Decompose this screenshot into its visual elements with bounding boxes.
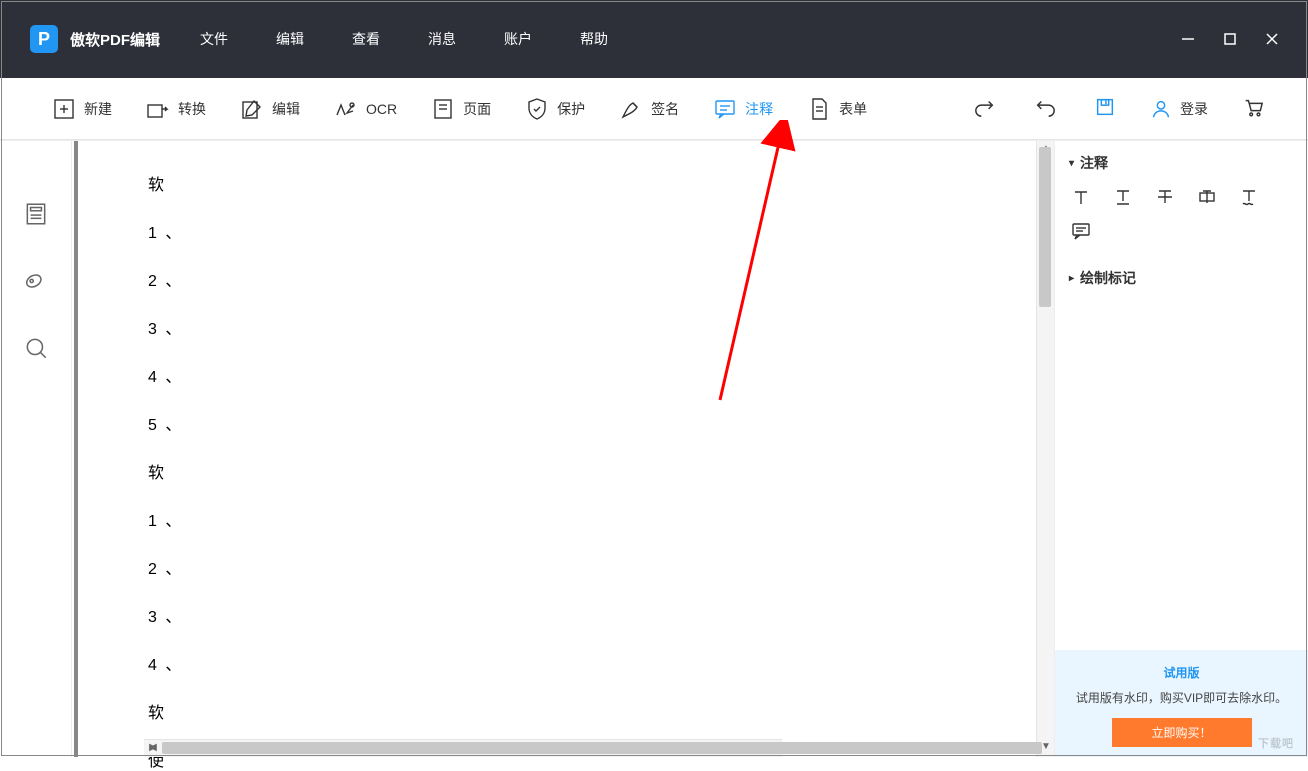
menu-file[interactable]: 文件 xyxy=(200,29,228,49)
menu-bar: 文件 编辑 查看 消息 账户 帮助 xyxy=(200,29,608,49)
tool-convert[interactable]: 转换 xyxy=(144,91,208,127)
document-line: 3 、 xyxy=(148,315,1036,339)
close-button[interactable] xyxy=(1264,31,1280,47)
tool-ocr-label: OCR xyxy=(366,101,397,117)
tool-new-label: 新建 xyxy=(84,99,112,119)
tool-edit-label: 编辑 xyxy=(272,99,300,119)
document-line: 4 、 xyxy=(148,363,1036,387)
document-line: 软 xyxy=(148,459,1036,483)
vertical-scrollbar[interactable]: ▲ ▼ xyxy=(1036,141,1054,757)
trial-text: 试用版有水印，购买VIP即可去除水印。 xyxy=(1067,689,1296,706)
save-button[interactable] xyxy=(1090,92,1120,125)
draw-header[interactable]: ▸ 绘制标记 xyxy=(1069,268,1294,288)
draw-header-label: 绘制标记 xyxy=(1080,268,1136,288)
main-area: 软1 、2 、3 、4 、5 、软1 、2 、3 、4 、软使 ▲ ▼ ◀ ▶ … xyxy=(0,140,1308,757)
window-controls xyxy=(1180,31,1298,47)
login-label: 登录 xyxy=(1180,99,1208,119)
tool-form-label: 表单 xyxy=(839,99,867,119)
draw-section: ▸ 绘制标记 xyxy=(1055,256,1308,306)
text-plain-icon[interactable] xyxy=(1071,187,1091,207)
document-area: 软1 、2 、3 、4 、5 、软1 、2 、3 、4 、软使 ▲ ▼ ◀ ▶ xyxy=(72,141,1054,757)
annotation-section: ▾ 注释 xyxy=(1055,141,1308,256)
document-line: 3 、 xyxy=(148,603,1036,627)
menu-help[interactable]: 帮助 xyxy=(580,29,608,49)
search-icon[interactable] xyxy=(23,335,49,366)
watermark-text: 下载吧 xyxy=(1258,735,1294,751)
document-line: 软 xyxy=(148,171,1036,195)
chevron-right-icon: ▸ xyxy=(1069,273,1074,284)
scroll-thumb[interactable] xyxy=(1039,147,1051,307)
tool-sign[interactable]: 签名 xyxy=(617,91,681,127)
app-logo: P xyxy=(30,25,58,53)
tool-convert-label: 转换 xyxy=(178,99,206,119)
tool-annotate[interactable]: 注释 xyxy=(711,91,775,127)
menu-message[interactable]: 消息 xyxy=(428,29,456,49)
login-button[interactable]: 登录 xyxy=(1150,98,1208,120)
annotation-header-label: 注释 xyxy=(1080,153,1108,173)
hscroll-thumb[interactable] xyxy=(162,742,1042,754)
text-squiggly-icon[interactable] xyxy=(1239,187,1259,207)
text-highlight-icon[interactable] xyxy=(1197,187,1217,207)
chevron-down-icon: ▾ xyxy=(1069,158,1074,169)
note-icon[interactable] xyxy=(1071,229,1091,244)
maximize-button[interactable] xyxy=(1222,31,1238,47)
comment-row xyxy=(1069,217,1294,248)
tool-page[interactable]: 页面 xyxy=(429,91,493,127)
tool-edit[interactable]: 编辑 xyxy=(238,91,302,127)
thumbnails-icon[interactable] xyxy=(23,201,49,232)
trial-title: 试用版 xyxy=(1067,664,1296,681)
buy-button[interactable]: 立即购买！ xyxy=(1112,718,1252,747)
bookmark-icon[interactable] xyxy=(23,268,49,299)
document-canvas[interactable]: 软1 、2 、3 、4 、5 、软1 、2 、3 、4 、软使 xyxy=(74,141,1036,757)
title-bar: P 傲软PDF编辑 文件 编辑 查看 消息 账户 帮助 xyxy=(0,0,1308,78)
right-panel: ▾ 注释 ▸ 绘制标记 试用版 试用版有水印，购买VIP即可去除水印。 xyxy=(1054,141,1308,757)
left-rail xyxy=(0,141,72,757)
document-line: 1 、 xyxy=(148,219,1036,243)
document-line: 2 、 xyxy=(148,267,1036,291)
menu-view[interactable]: 查看 xyxy=(352,29,380,49)
minimize-button[interactable] xyxy=(1180,31,1196,47)
tool-sign-label: 签名 xyxy=(651,99,679,119)
document-line: 4 、 xyxy=(148,651,1036,675)
scroll-right-icon[interactable]: ▶ xyxy=(146,742,160,756)
document-line: 2 、 xyxy=(148,555,1036,579)
annotation-header[interactable]: ▾ 注释 xyxy=(1069,153,1294,173)
tool-annotate-label: 注释 xyxy=(745,99,773,119)
tool-ocr[interactable]: OCR xyxy=(332,91,399,127)
undo-button[interactable] xyxy=(1030,92,1060,125)
tool-form[interactable]: 表单 xyxy=(805,91,869,127)
toolbar: 新建 转换 编辑 OCR 页面 保护 签名 注释 表单 登录 xyxy=(0,78,1308,140)
menu-edit[interactable]: 编辑 xyxy=(276,29,304,49)
app-title: 傲软PDF编辑 xyxy=(70,29,160,50)
cart-button[interactable] xyxy=(1238,92,1268,125)
document-line: 5 、 xyxy=(148,411,1036,435)
text-style-row xyxy=(1069,183,1294,217)
redo-button[interactable] xyxy=(970,92,1000,125)
tool-page-label: 页面 xyxy=(463,99,491,119)
text-underline-icon[interactable] xyxy=(1113,187,1133,207)
horizontal-scrollbar[interactable]: ◀ ▶ xyxy=(144,739,782,757)
menu-account[interactable]: 账户 xyxy=(504,29,532,49)
tool-protect[interactable]: 保护 xyxy=(523,91,587,127)
tool-protect-label: 保护 xyxy=(557,99,585,119)
document-line: 软 xyxy=(148,699,1036,723)
text-strike-icon[interactable] xyxy=(1155,187,1175,207)
tool-new[interactable]: 新建 xyxy=(50,91,114,127)
document-line: 1 、 xyxy=(148,507,1036,531)
